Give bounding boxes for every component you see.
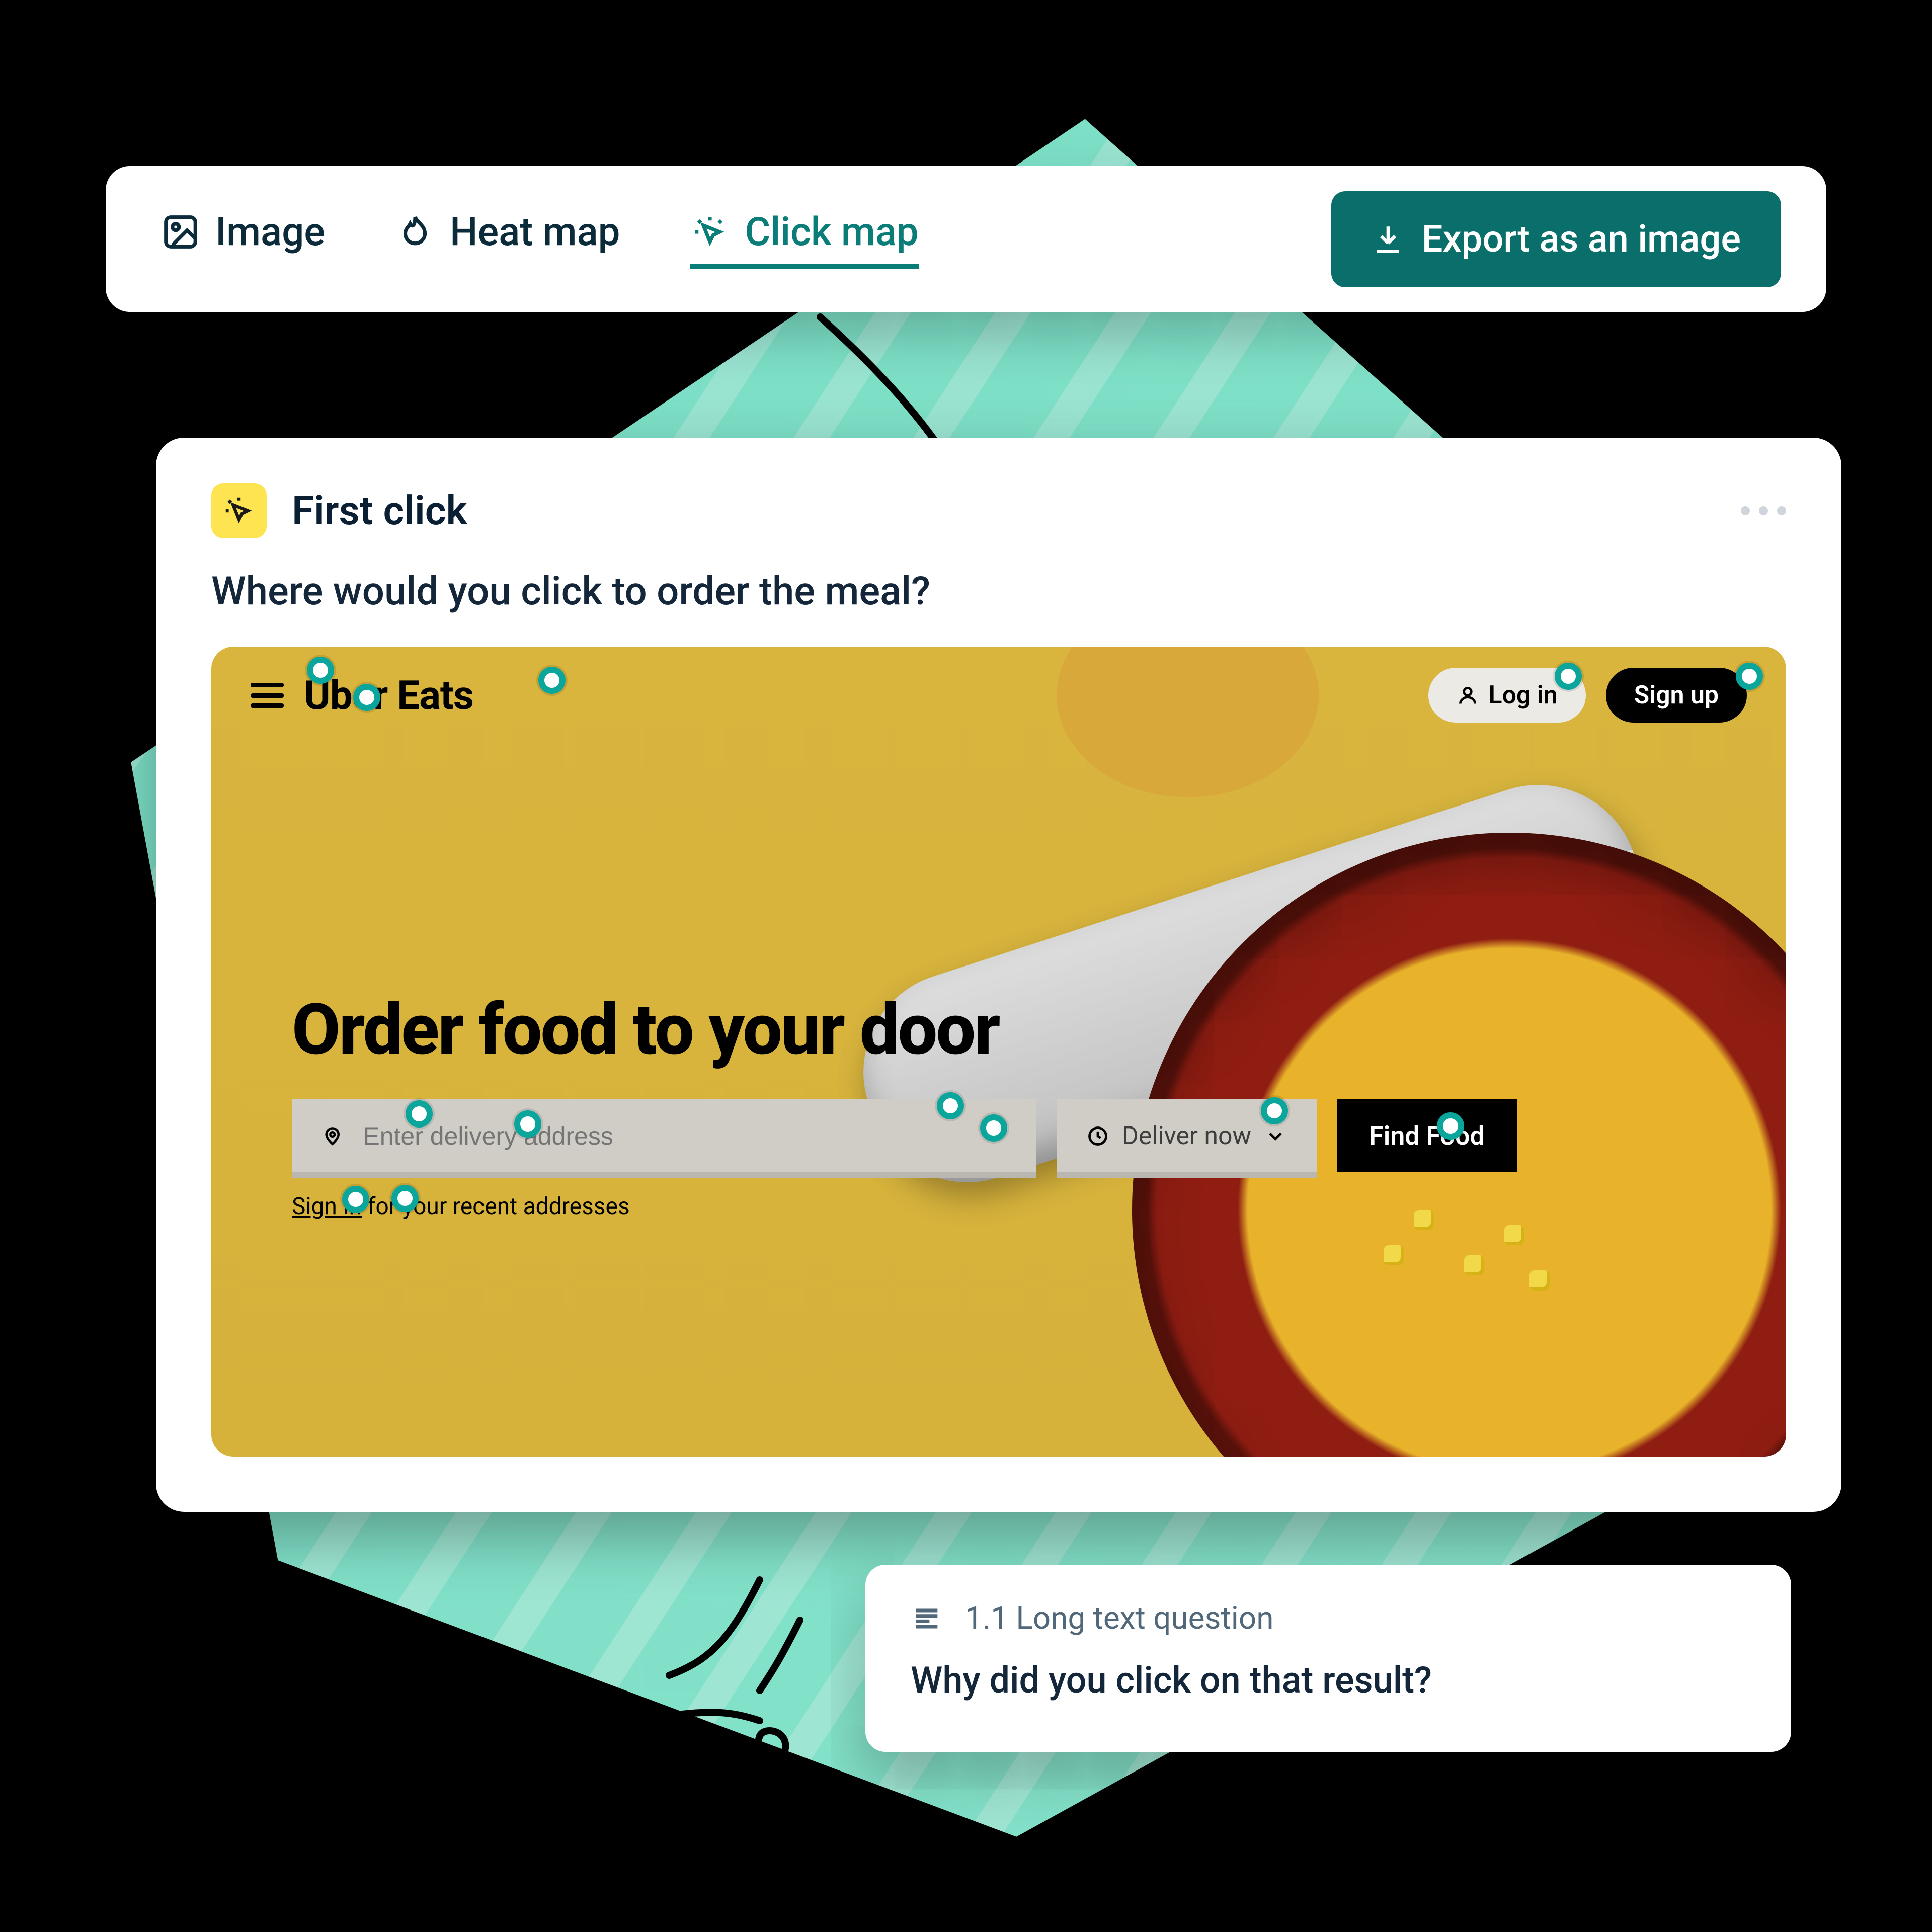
first-click-card: First click Where would you click to ord… bbox=[156, 438, 1841, 1512]
download-icon bbox=[1372, 222, 1405, 256]
address-field[interactable] bbox=[292, 1099, 1036, 1172]
click-dot bbox=[980, 1114, 1007, 1142]
signup-button[interactable]: Sign up bbox=[1606, 668, 1747, 723]
card-overflow-menu[interactable] bbox=[1741, 506, 1786, 515]
tab-image-label: Image bbox=[215, 209, 325, 255]
login-label: Log in bbox=[1489, 681, 1558, 710]
clock-icon bbox=[1087, 1125, 1109, 1147]
click-dot bbox=[538, 667, 566, 694]
pin-icon bbox=[322, 1125, 343, 1147]
click-dot bbox=[307, 657, 334, 684]
followup-question: Why did you click on that result? bbox=[911, 1659, 1746, 1702]
delivery-time-label: Deliver now bbox=[1122, 1121, 1251, 1151]
address-input[interactable] bbox=[363, 1121, 1006, 1151]
click-dot bbox=[1437, 1112, 1464, 1140]
hamburger-menu[interactable] bbox=[251, 683, 284, 708]
order-search-bar: Deliver now Find Food bbox=[292, 1099, 1517, 1172]
image-icon bbox=[161, 212, 200, 252]
tab-heatmap[interactable]: Heat map bbox=[395, 209, 620, 269]
signup-label: Sign up bbox=[1634, 681, 1719, 710]
click-dot bbox=[391, 1185, 419, 1212]
followup-card: 1.1 Long text question Why did you click… bbox=[865, 1565, 1791, 1752]
click-dot bbox=[1261, 1097, 1288, 1124]
click-dot bbox=[353, 684, 380, 711]
hero-heading: Order food to your door bbox=[292, 989, 999, 1071]
click-dot bbox=[342, 1186, 369, 1213]
click-dot bbox=[406, 1100, 433, 1128]
find-food-button[interactable]: Find Food bbox=[1337, 1099, 1517, 1172]
flame-icon bbox=[395, 212, 435, 252]
export-button-label: Export as an image bbox=[1422, 217, 1741, 261]
tab-heatmap-label: Heat map bbox=[450, 209, 620, 255]
followup-type-label: 1.1 Long text question bbox=[965, 1600, 1273, 1637]
tab-clickmap-label: Click map bbox=[745, 209, 918, 255]
click-dot bbox=[1555, 663, 1582, 690]
click-dot bbox=[1736, 663, 1763, 690]
user-icon bbox=[1457, 684, 1479, 706]
first-click-badge bbox=[211, 483, 267, 538]
tab-clickmap[interactable]: Click map bbox=[690, 209, 918, 269]
find-food-label: Find Food bbox=[1369, 1120, 1485, 1151]
annotation-burst bbox=[609, 1560, 891, 1841]
click-dot bbox=[514, 1110, 541, 1138]
cursor-click-icon bbox=[221, 493, 257, 528]
card-type-label: First click bbox=[292, 487, 467, 534]
view-toolbar: Image Heat map Click map Export as an im… bbox=[106, 166, 1826, 312]
tab-image[interactable]: Image bbox=[161, 209, 325, 269]
long-text-icon bbox=[911, 1602, 943, 1635]
chevron-down-icon bbox=[1264, 1125, 1286, 1147]
card-question: Where would you click to order the meal? bbox=[156, 569, 1841, 647]
screenshot-under-test: Uber Eats Log in Sign up Order food to y… bbox=[211, 647, 1786, 1457]
export-button[interactable]: Export as an image bbox=[1331, 191, 1781, 287]
click-dot bbox=[937, 1092, 964, 1119]
cursor-click-icon bbox=[690, 212, 730, 252]
